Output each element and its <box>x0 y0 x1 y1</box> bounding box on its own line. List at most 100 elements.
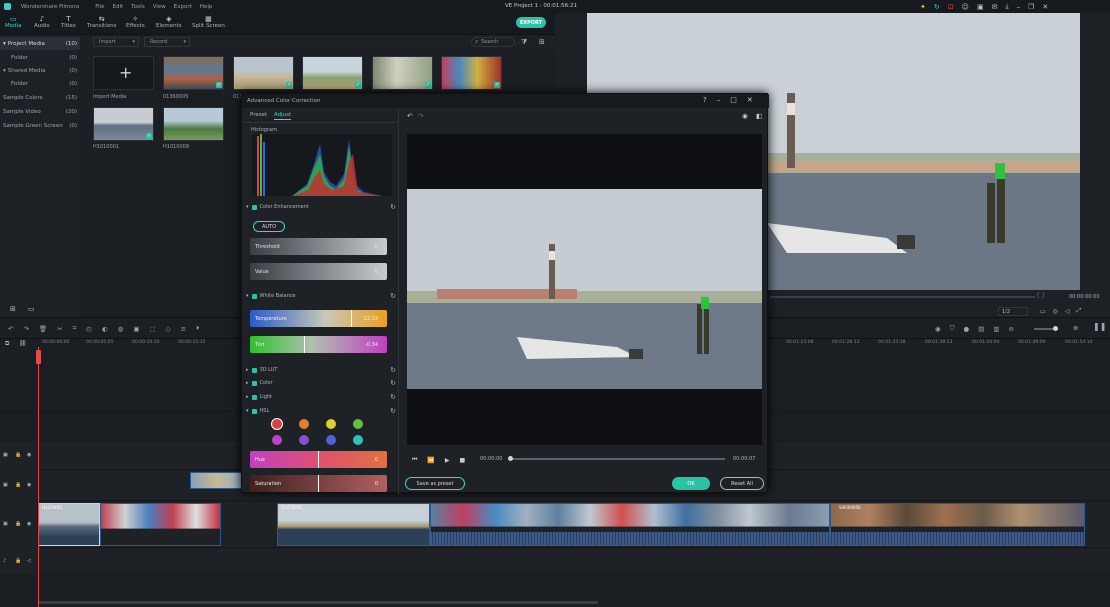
help-icon[interactable]: ? <box>703 96 707 104</box>
hsl-swatch[interactable] <box>326 435 336 445</box>
media-thumb[interactable]: ✓ <box>233 56 294 90</box>
snapshot-icon[interactable]: ◎ <box>1053 308 1058 315</box>
auto-button[interactable]: AUTO <box>253 221 285 232</box>
section-white-balance[interactable]: ▾ White Balance ↻ <box>246 291 396 301</box>
audio-track-1[interactable] <box>0 549 1110 574</box>
save-as-preset-button[interactable]: Save as preset <box>405 477 465 490</box>
slider-handle[interactable] <box>318 475 319 492</box>
lock-icon[interactable]: 🔒 <box>15 521 21 527</box>
library-item-sample-colors[interactable]: Sample Colors (15) <box>0 91 80 104</box>
ok-button[interactable]: OK <box>672 477 710 490</box>
snap-icon[interactable]: ▥ <box>993 325 999 333</box>
speaker-icon[interactable]: ◁ <box>27 558 31 564</box>
import-media-tile[interactable]: + <box>93 56 154 90</box>
checkbox-checked-icon[interactable] <box>251 204 257 210</box>
section-hsl[interactable]: ▾ HSL ↻ <box>246 406 396 416</box>
playhead-handle[interactable] <box>36 350 41 364</box>
tab-split-screen[interactable]: ▦ Split Screen <box>192 15 225 29</box>
zoom-out-icon[interactable]: ⊖ <box>1009 325 1014 333</box>
timeline-scrollbar[interactable] <box>38 601 598 604</box>
hsl-swatch[interactable] <box>326 419 336 429</box>
threshold-slider[interactable]: Threshold 0 <box>250 238 387 255</box>
filter-icon[interactable]: ⧩ <box>521 38 527 47</box>
hsl-swatch[interactable] <box>353 435 363 445</box>
record-dropdown[interactable]: Record ▾ <box>144 37 190 47</box>
library-item-sample-video[interactable]: Sample Video (20) <box>0 105 80 118</box>
timeline-clip[interactable]: G1270035 <box>277 503 430 546</box>
lock-icon[interactable]: 🔒 <box>15 482 21 488</box>
saturation-slider[interactable]: Saturation 0 <box>250 475 387 492</box>
checkbox-checked-icon[interactable] <box>251 408 257 414</box>
reset-icon[interactable]: ↻ <box>390 366 396 374</box>
eye-icon[interactable]: ◉ <box>27 521 31 527</box>
voiceover-icon[interactable]: ▤ <box>978 325 984 333</box>
reset-icon[interactable]: ↻ <box>390 407 396 415</box>
media-thumb[interactable] <box>163 107 224 141</box>
crop-icon[interactable]: ⌗ <box>73 324 77 333</box>
pause-bars-icon[interactable]: ❚❚ <box>1093 322 1106 331</box>
timeline-clip[interactable] <box>100 503 221 546</box>
tab-effects[interactable]: ✧ Effects <box>126 15 145 29</box>
eye-icon[interactable]: ◉ <box>27 452 31 458</box>
playhead[interactable] <box>38 347 39 607</box>
section-3d-lut[interactable]: ▸ 3D LUT ↻ <box>246 365 396 375</box>
bracket-icon[interactable]: { } <box>1036 292 1046 299</box>
hsl-swatch[interactable] <box>272 419 282 429</box>
restore-icon[interactable]: ❐ <box>1028 3 1034 11</box>
checkbox-checked-icon[interactable] <box>251 367 257 373</box>
menu-edit[interactable]: Edit <box>113 4 124 10</box>
reset-icon[interactable]: ↻ <box>390 379 396 387</box>
tab-preset[interactable]: Preset <box>250 112 267 118</box>
reset-icon[interactable]: ↻ <box>390 393 396 401</box>
timeline-clip[interactable]: H1010001 <box>38 503 100 546</box>
account-icon[interactable]: ☺ <box>962 3 969 11</box>
media-thumb[interactable]: ✓ <box>163 56 224 90</box>
scrub-handle[interactable] <box>508 456 513 461</box>
menu-export[interactable]: Export <box>174 4 192 10</box>
previous-frame-icon[interactable]: ⏮ <box>412 456 417 464</box>
library-item-shared-folder[interactable]: Folder (0) <box>0 77 80 90</box>
hsl-swatch[interactable] <box>272 435 282 445</box>
checkbox-checked-icon[interactable] <box>251 293 257 299</box>
preview-progress-bar[interactable] <box>770 296 1035 298</box>
step-back-icon[interactable]: ⏪ <box>427 457 434 464</box>
hsl-swatch[interactable] <box>299 435 309 445</box>
value-slider[interactable]: Value 0 <box>250 263 387 280</box>
lightbulb-icon[interactable]: ✦ <box>920 3 926 11</box>
slider-handle[interactable] <box>351 310 352 327</box>
hue-slider[interactable]: Hue 0 <box>250 451 387 468</box>
zoom-slider-handle[interactable] <box>1053 326 1058 331</box>
audio-mixer-icon[interactable]: ≡ <box>181 325 186 333</box>
library-item-sample-green-screen[interactable]: Sample Green Screen (0) <box>0 119 80 132</box>
tab-audio[interactable]: ♪ Audio <box>34 15 50 29</box>
tab-adjust[interactable]: Adjust <box>274 112 292 120</box>
close-icon[interactable]: ✕ <box>1042 3 1048 11</box>
close-icon[interactable]: ✕ <box>747 96 753 104</box>
panel-divider[interactable] <box>80 35 88 317</box>
monitor-icon[interactable]: ▭ <box>1040 308 1046 315</box>
checkbox-checked-icon[interactable] <box>251 380 257 386</box>
dialog-scrub-bar[interactable] <box>510 458 725 460</box>
stabilize-icon[interactable]: ◍ <box>118 325 124 333</box>
reset-all-button[interactable]: Reset All <box>720 477 764 490</box>
undo-icon[interactable]: ↶ <box>8 325 13 333</box>
timeline-clip[interactable] <box>190 472 242 489</box>
stop-icon[interactable]: ■ <box>460 457 466 464</box>
hsl-swatch[interactable] <box>353 419 363 429</box>
export-button[interactable]: EXPORT <box>516 17 546 28</box>
lock-icon[interactable]: 🔒 <box>15 558 21 564</box>
green-screen-icon[interactable]: ⬚ <box>149 325 155 333</box>
add-track-icon[interactable]: ⧉ <box>5 340 9 348</box>
eye-icon[interactable]: ◉ <box>742 112 748 120</box>
library-item-shared-media[interactable]: ▾ Shared Media (0) <box>0 64 80 77</box>
zoom-fit-icon[interactable]: ▣ <box>133 325 139 333</box>
menu-file[interactable]: File <box>95 4 104 10</box>
maximize-icon[interactable]: □ <box>730 96 737 104</box>
eye-icon[interactable]: ◉ <box>27 482 31 488</box>
shield-icon[interactable]: ⛉ <box>950 324 955 333</box>
checkbox-checked-icon[interactable] <box>251 394 257 400</box>
media-thumb[interactable]: ✓ <box>93 107 154 141</box>
keyframe-icon[interactable]: ◇ <box>166 325 171 333</box>
hsl-swatch[interactable] <box>299 419 309 429</box>
cut-icon[interactable]: ✂ <box>57 325 62 333</box>
